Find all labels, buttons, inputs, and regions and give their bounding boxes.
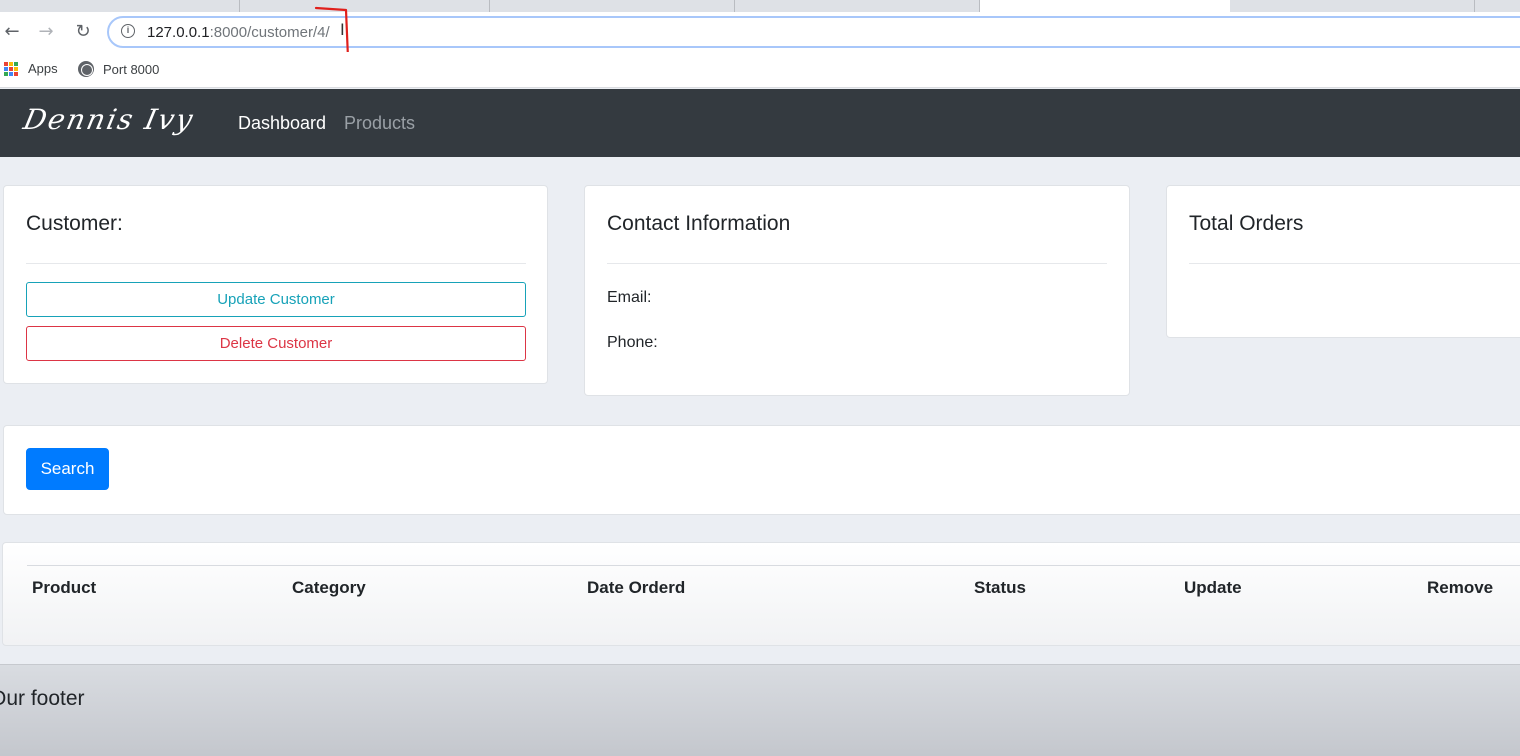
card-divider [1189, 263, 1520, 264]
forward-arrow-icon[interactable]: → [34, 20, 58, 44]
column-header-remove: Remove [1427, 578, 1494, 597]
update-customer-button[interactable]: Update Customer [26, 282, 526, 317]
brand-logo[interactable]: Dennis Ivy [20, 103, 197, 136]
site-info-icon[interactable]: i [121, 24, 135, 38]
contact-card-title: Contact Information [607, 212, 791, 235]
browser-tab[interactable] [735, 0, 980, 12]
card-divider [607, 263, 1107, 264]
browser-tab-active[interactable] [980, 0, 1230, 12]
orders-card-title: Total Orders [1189, 212, 1304, 235]
table-header-border [27, 565, 1520, 566]
browser-tab[interactable] [490, 0, 735, 12]
bookmark-port-8000[interactable]: Port 8000 [78, 61, 159, 77]
url-path: :8000/customer/4/ [209, 24, 330, 41]
bookmarks-bar: Apps Port 8000 [0, 52, 1520, 88]
column-header-date-ordered: Date Orderd [587, 578, 686, 597]
email-label: Email: [607, 289, 652, 306]
column-header-update: Update [1184, 578, 1242, 597]
browser-tab[interactable] [1230, 0, 1475, 12]
column-header-product: Product [32, 578, 97, 597]
reload-icon[interactable]: ↻ [71, 20, 95, 44]
total-orders-card: Total Orders [1166, 185, 1520, 338]
browser-tab[interactable] [0, 0, 240, 12]
bookmark-apps[interactable]: Apps [4, 61, 58, 76]
search-button[interactable]: Search [26, 448, 109, 490]
phone-label: Phone: [607, 334, 658, 351]
bookmark-label: Apps [28, 61, 58, 76]
orders-table: Product Category Date Orderd Status Upda… [2, 542, 1520, 646]
contact-information-card: Contact Information Email: Phone: [584, 185, 1130, 396]
page-footer: Our footer [0, 664, 1520, 756]
bookmark-label: Port 8000 [103, 61, 160, 77]
app-navbar: Dennis Ivy Dashboard Products [0, 89, 1520, 157]
customer-card: Customer: Update Customer Delete Custome… [3, 185, 548, 384]
back-arrow-icon[interactable]: ← [0, 20, 24, 44]
footer-text: Our footer [0, 687, 85, 710]
browser-tab[interactable] [240, 0, 490, 12]
search-card: Search [3, 425, 1520, 515]
address-url[interactable]: 127.0.0.1:8000/customer/4/ [147, 24, 330, 41]
card-divider [26, 263, 526, 264]
nav-link-products[interactable]: Products [344, 113, 415, 134]
delete-customer-button[interactable]: Delete Customer [26, 326, 526, 361]
globe-icon [78, 61, 94, 77]
browser-tab-strip [0, 0, 1520, 12]
column-header-category: Category [292, 578, 366, 597]
browser-toolbar: ← → ↻ i 127.0.0.1:8000/customer/4/ [0, 12, 1520, 52]
column-header-status: Status [974, 578, 1026, 597]
customer-card-title: Customer: [26, 212, 123, 235]
url-host: 127.0.0.1 [147, 24, 210, 41]
nav-link-dashboard[interactable]: Dashboard [238, 113, 326, 134]
apps-grid-icon [4, 61, 18, 76]
